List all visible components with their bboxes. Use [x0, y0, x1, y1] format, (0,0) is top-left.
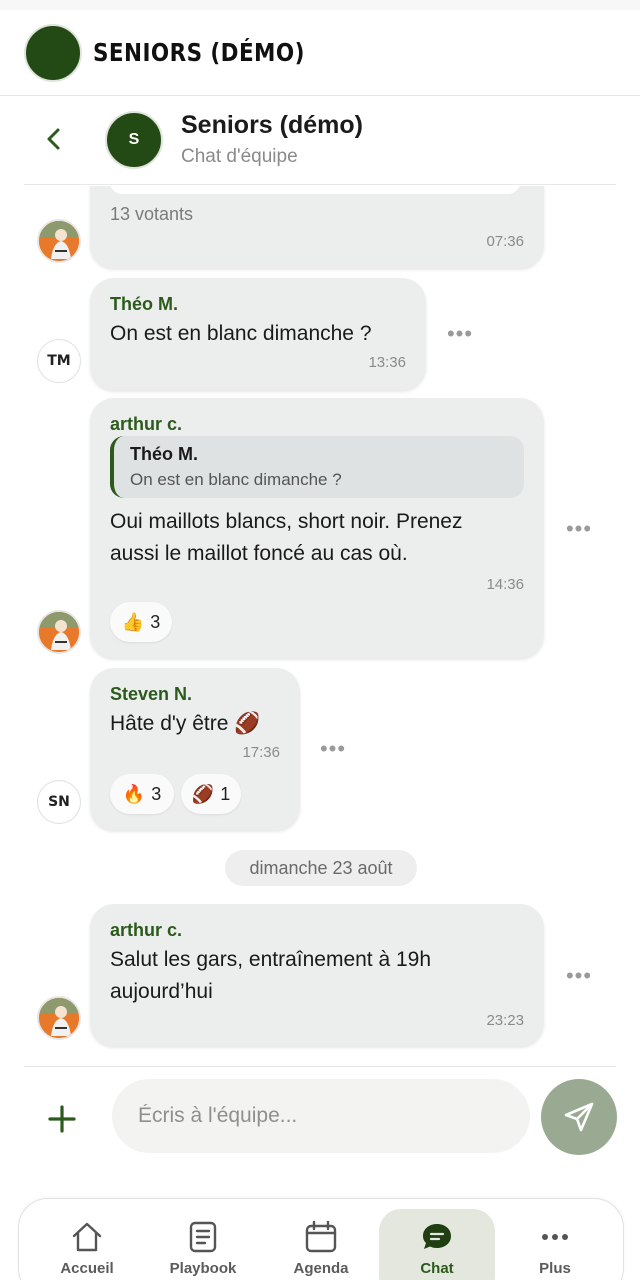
status-bar	[0, 0, 640, 10]
message-input[interactable]	[112, 1079, 530, 1153]
reaction-count: 3	[151, 783, 162, 804]
calendar-icon	[303, 1219, 339, 1255]
chat-title: Seniors (démo)	[181, 111, 363, 139]
reaction-chip[interactable]: 🏈 1	[181, 774, 241, 814]
tab-label: Chat	[420, 1260, 454, 1277]
home-icon	[69, 1219, 105, 1255]
poll-voter-count: 13 votants	[110, 204, 194, 224]
avatar[interactable]	[37, 996, 81, 1040]
send-button[interactable]	[541, 1079, 617, 1155]
reaction-count: 1	[220, 783, 231, 804]
message-time: 14:36	[486, 576, 524, 593]
message-bubble[interactable]: arthur c. Salut les gars, entraînement à…	[90, 904, 544, 1046]
player-photo-icon	[39, 612, 79, 652]
chat-avatar[interactable]: S	[105, 111, 163, 169]
date-separator: dimanche 23 août	[225, 850, 417, 886]
message-text-line: aujourd’hui	[110, 980, 213, 1003]
poll-message[interactable]: 13 votants 07:36	[90, 186, 544, 268]
tab-plus[interactable]: Plus	[497, 1199, 613, 1280]
send-icon	[564, 1102, 594, 1132]
attach-button[interactable]	[40, 1097, 84, 1141]
tab-label: Agenda	[293, 1260, 349, 1277]
avatar[interactable]	[37, 610, 81, 654]
reaction-chip[interactable]: 🔥 3	[110, 774, 174, 814]
player-photo-icon	[39, 221, 79, 261]
plus-icon	[48, 1105, 76, 1133]
tab-chat[interactable]: Chat	[379, 1199, 495, 1280]
chat-icon	[419, 1219, 455, 1255]
message-bubble[interactable]: arthur c. Théo M. On est en blanc dimanc…	[90, 398, 544, 658]
more-icon	[537, 1219, 573, 1255]
message-text: Hâte d'y être 🏈	[110, 712, 261, 735]
poll-option-bar	[110, 186, 520, 194]
message-time: 13:36	[368, 354, 406, 371]
thumbs-up-icon: 👍	[121, 611, 145, 632]
message-time: 07:36	[486, 233, 524, 250]
chat-header: S Seniors (démo) Chat d'équipe	[24, 97, 616, 185]
tab-playbook[interactable]: Playbook	[145, 1199, 261, 1280]
message-more-button[interactable]: •••	[559, 516, 599, 541]
avatar[interactable]: TM	[37, 339, 81, 383]
message-time: 17:36	[242, 744, 280, 761]
message-more-button[interactable]: •••	[313, 736, 353, 761]
reply-quote-text: On est en blanc dimanche ?	[130, 470, 342, 489]
message-more-button[interactable]: •••	[440, 321, 480, 346]
message-sender: arthur c.	[110, 920, 183, 940]
reply-quote[interactable]: Théo M. On est en blanc dimanche ?	[110, 436, 524, 498]
tab-accueil[interactable]: Accueil	[29, 1199, 145, 1280]
football-icon: 🏈	[191, 783, 215, 804]
message-bubble[interactable]: Théo M. On est en blanc dimanche ? 13:36	[90, 278, 426, 390]
avatar[interactable]	[37, 219, 81, 263]
chat-subtitle: Chat d'équipe	[181, 146, 298, 167]
tab-agenda[interactable]: Agenda	[263, 1199, 379, 1280]
tab-label: Accueil	[60, 1260, 114, 1277]
reaction-count: 3	[150, 611, 161, 632]
message-sender: Steven N.	[110, 684, 193, 704]
fire-icon: 🔥	[122, 783, 146, 804]
message-sender: Théo M.	[110, 294, 178, 314]
chevron-left-icon	[47, 128, 60, 150]
app-title: SENIORS (DÉMO)	[93, 38, 305, 67]
message-time: 23:23	[486, 1012, 524, 1029]
message-text-line: aussi le maillot foncé au cas où.	[110, 542, 408, 565]
message-sender: arthur c.	[110, 414, 183, 434]
back-button[interactable]	[36, 121, 72, 157]
message-text: On est en blanc dimanche ?	[110, 322, 372, 345]
message-list[interactable]: 13 votants 07:36 Théo M. On est en blanc…	[0, 186, 640, 1066]
reaction-chip[interactable]: 👍 3	[110, 602, 172, 642]
team-logo[interactable]	[24, 24, 82, 82]
message-composer	[24, 1066, 617, 1170]
document-icon	[185, 1219, 221, 1255]
message-text-line: Oui maillots blancs, short noir. Prenez	[110, 510, 463, 533]
message-bubble[interactable]: Steven N. Hâte d'y être 🏈 17:36 🔥 3 🏈 1	[90, 668, 300, 830]
message-text-line: Salut les gars, entraînement à 19h	[110, 948, 432, 971]
tab-label: Plus	[539, 1260, 571, 1277]
avatar[interactable]: SN	[37, 780, 81, 824]
app-bar: SENIORS (DÉMO)	[0, 10, 640, 96]
tab-label: Playbook	[169, 1260, 237, 1277]
player-photo-icon	[39, 998, 79, 1038]
reply-quote-sender: Théo M.	[130, 444, 198, 464]
bottom-tab-bar: Accueil Playbook Agenda Chat Plus	[18, 1198, 624, 1280]
message-more-button[interactable]: •••	[559, 963, 599, 988]
